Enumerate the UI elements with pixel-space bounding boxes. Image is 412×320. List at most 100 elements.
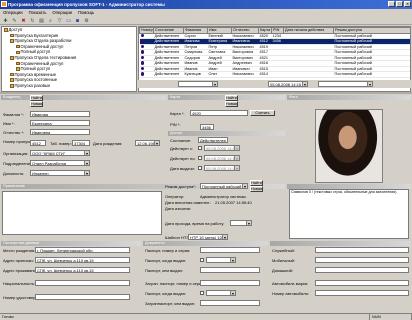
regime-field[interactable]: Постоянный рабочий [200, 183, 248, 189]
phone-work-field[interactable] [315, 247, 409, 253]
car-number-field[interactable] [315, 290, 409, 296]
cert-field[interactable] [35, 294, 130, 300]
title-bar: Программа офисменция пропусков SOFT-1 - … [0, 0, 412, 9]
born-place-field[interactable]: г. Пушкин, Ленинградской обл. [35, 247, 130, 253]
phone-home-field[interactable] [315, 267, 409, 273]
filter-date-field[interactable]: 05.08.2008 14:15 [268, 81, 308, 87]
fpass-issue-checkbox[interactable] [200, 291, 204, 295]
phone-mobile-field[interactable] [315, 257, 409, 263]
menu-item[interactable]: Операции [3, 9, 23, 16]
passport-issue-field[interactable] [206, 257, 236, 263]
tree-item-label: Доступ [8, 27, 23, 32]
find-owner-button[interactable]: Найти [30, 95, 43, 101]
status-dot-icon [140, 61, 144, 65]
splitter[interactable] [0, 92, 412, 94]
status-dot-icon [140, 39, 144, 43]
pin-field[interactable]: 3456 [200, 124, 214, 130]
operator-value: Администратор системы [200, 194, 246, 199]
search-icon[interactable]: ⌕ [47, 17, 54, 24]
reg-addr-field[interactable]: СПб, ул. Шевченко д.110 кв.15 [35, 257, 130, 263]
pass-number-field[interactable]: 4512 [30, 140, 46, 146]
section-photo: Фото [287, 95, 411, 100]
new-owner-button[interactable]: Новая [30, 101, 43, 107]
maximize-button[interactable]: □ [396, 1, 403, 7]
find-card-button[interactable]: Найти [225, 95, 238, 101]
read-card-button[interactable]: Считать [250, 110, 275, 116]
name-field[interactable]: Екатерина [30, 120, 90, 126]
surname-field[interactable]: Иванова [30, 111, 90, 117]
refresh-icon[interactable]: ↻ [29, 17, 36, 24]
passport-issue-checkbox[interactable] [200, 258, 204, 262]
card-icon[interactable]: ▭ [65, 17, 72, 24]
section-access: Доступ [168, 131, 285, 136]
fpass-issue-field[interactable] [206, 290, 236, 296]
hint-field[interactable]: Символов 0 / (текстовых строк, обязатель… [289, 189, 409, 239]
window-title: Программа офисменция пропусков SOFT-1 - … [8, 2, 165, 7]
tab-number-label: Таб. номер: [50, 141, 72, 146]
valid-from-label: Действует с: [170, 146, 194, 151]
section-docs: Документы [143, 241, 268, 246]
photo-icon[interactable]: ◙ [74, 17, 81, 24]
change-date-label: Дата внесения изменен.: [165, 200, 212, 205]
phone-mobile-label: Мобильный: [272, 258, 295, 263]
passport-by-field[interactable] [200, 267, 260, 273]
passport-series-field[interactable] [200, 247, 260, 253]
find-regime-button[interactable]: Найти [250, 180, 263, 186]
new-regime-button[interactable]: Новая [250, 186, 263, 192]
fpass-series-label: Загран. паспорт, номер и серия: [145, 281, 205, 286]
valid-to-field[interactable]: 05.08.2008 14:15 [204, 155, 240, 161]
grid-cell: Действителен [153, 44, 184, 50]
settings-icon[interactable]: ⚙ [83, 17, 90, 24]
status-text: Готово [0, 314, 370, 320]
note-field[interactable] [2, 191, 162, 235]
menu-item[interactable]: Показать [29, 9, 47, 16]
phone-work-label: Служебный: [272, 248, 295, 253]
valid-from-field[interactable]: 05.08.2008 14:15 [204, 145, 240, 151]
edit-icon[interactable]: ✎ [11, 17, 18, 24]
card-field[interactable]: 4520 [190, 110, 248, 116]
tab-number-field[interactable]: 37304 [72, 140, 90, 146]
folder-icon [16, 67, 20, 71]
filter-regime-field[interactable] [318, 81, 373, 87]
filter-icon[interactable]: ▽ [56, 17, 63, 24]
status-num: NUM [370, 314, 412, 320]
grid-row[interactable]: Действителен Кузнецов Олег Николаевич 4514 По… [139, 71, 410, 78]
grid-cell: Олег [207, 71, 232, 78]
tree-item[interactable]: Пропуска разовые [2, 83, 136, 89]
section-passport: Паспортные данные [1, 241, 141, 246]
fpass-by-field[interactable] [200, 300, 260, 306]
grid-column-header[interactable]: Карта № [258, 27, 272, 34]
fpass-issue-label: Паспорт, когда выдан: [145, 291, 187, 296]
grid-cell: Действителен [153, 49, 184, 56]
live-addr-field[interactable]: СПб, ул. Шевченко д.110 кв.15 [35, 267, 130, 273]
last-pass-field[interactable] [230, 220, 252, 226]
patronymic-field[interactable]: Ивановна [30, 129, 90, 135]
post-field[interactable]: Инженер [30, 170, 90, 176]
valid-from-checkbox[interactable] [198, 146, 202, 150]
new-card-button[interactable]: Новая [225, 101, 238, 107]
close-button[interactable]: × [404, 1, 411, 7]
car-field[interactable] [315, 280, 409, 286]
access-tree[interactable]: Доступ Пропуска Бухгалтерия Пропуска Отдел… [1, 26, 137, 92]
menu-item[interactable]: Операции [52, 9, 72, 16]
issue-checkbox[interactable] [198, 166, 202, 170]
pin-label: PIN *: [170, 122, 181, 127]
post-label: Должность: [3, 171, 25, 176]
delete-icon[interactable]: ✖ [20, 17, 27, 24]
filter-name-field[interactable] [178, 81, 218, 87]
new-icon[interactable]: ✚ [2, 17, 9, 24]
minimize-button[interactable]: _ [388, 1, 395, 7]
org-field[interactable]: ООО "КРАМ СТИ" [30, 150, 90, 156]
folder-icon [10, 33, 14, 38]
template-field[interactable]: НТР 1б (день) 10-18 [188, 234, 228, 240]
dept-field[interactable]: Отдел Разработки [30, 160, 90, 166]
menu-item[interactable]: Помощь [78, 9, 94, 16]
grid-column-header[interactable]: Номер [139, 27, 154, 34]
state-field[interactable]: Действителен [198, 137, 228, 143]
birth-field[interactable]: 12.06.1985 [135, 140, 160, 146]
issue-field[interactable]: 05.08.2008 14:15 [204, 165, 240, 171]
print-icon[interactable]: ▤ [38, 17, 45, 24]
fpass-series-field[interactable] [200, 280, 260, 286]
valid-to-checkbox[interactable] [198, 156, 202, 160]
nation-field[interactable] [35, 280, 130, 286]
